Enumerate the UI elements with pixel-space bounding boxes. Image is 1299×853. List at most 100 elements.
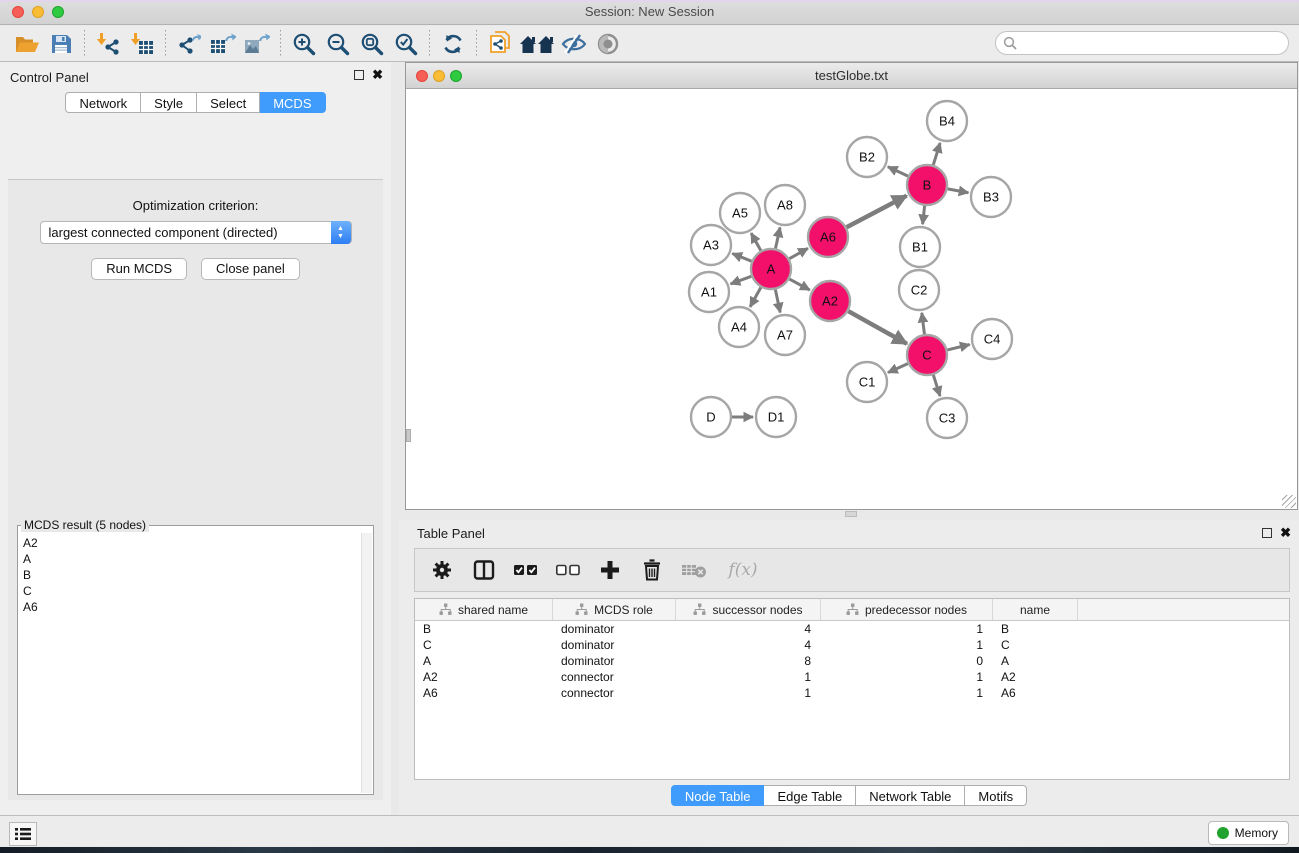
refresh-icon[interactable] [436, 29, 470, 59]
export-image-icon[interactable] [240, 29, 274, 59]
table-cell[interactable]: 1 [821, 621, 993, 637]
mcds-result-list[interactable]: A2ABCA6 [19, 533, 361, 793]
graph-node-b1[interactable]: B1 [900, 227, 940, 267]
table-cell[interactable]: connector [553, 669, 676, 685]
graph-node-c3[interactable]: C3 [927, 398, 967, 438]
run-mcds-button[interactable]: Run MCDS [91, 258, 187, 280]
graph-edge-C-C4[interactable] [947, 344, 969, 349]
close-panel-button[interactable]: Close panel [201, 258, 300, 280]
tab-style[interactable]: Style [141, 92, 197, 113]
graph-node-b[interactable]: B [907, 165, 947, 205]
column-header-shared-name[interactable]: shared name [415, 599, 553, 620]
hide-selected-icon[interactable] [557, 29, 591, 59]
table-cell[interactable]: dominator [553, 637, 676, 653]
add-column-icon[interactable] [597, 557, 623, 583]
column-selector-icon[interactable] [471, 557, 497, 583]
criterion-dropdown[interactable]: largest connected component (directed) ▲… [40, 221, 352, 244]
memory-button[interactable]: Memory [1208, 821, 1289, 845]
show-graphics-details-icon[interactable] [591, 29, 625, 59]
table-cell[interactable]: 1 [676, 685, 821, 701]
close-panel-icon[interactable]: ✖ [372, 70, 383, 80]
graph-node-a8[interactable]: A8 [765, 185, 805, 225]
result-item-a[interactable]: A [23, 551, 361, 567]
table-cell[interactable]: A [415, 653, 553, 669]
table-cell[interactable]: 8 [676, 653, 821, 669]
graph-edge-C-C3[interactable] [933, 375, 940, 396]
table-cell[interactable]: 1 [676, 669, 821, 685]
save-session-icon[interactable] [44, 29, 78, 59]
table-cell[interactable]: C [993, 637, 1078, 653]
graph-edge-C-C2[interactable] [922, 313, 925, 334]
import-table-icon[interactable] [125, 29, 159, 59]
graph-edge-B-B4[interactable] [933, 143, 940, 165]
graph-node-a7[interactable]: A7 [765, 315, 805, 355]
first-neighbors-icon[interactable] [517, 29, 557, 59]
graph-node-c4[interactable]: C4 [972, 319, 1012, 359]
table-cell[interactable]: 1 [821, 637, 993, 653]
network-canvas[interactable]: AA1A2A3A4A5A6A7A8BB1B2B3B4CC1C2C3C4DD1 [406, 89, 1297, 509]
float-panel-icon[interactable] [354, 70, 364, 80]
search-input[interactable] [995, 31, 1289, 55]
column-header-predecessor-nodes[interactable]: predecessor nodes [821, 599, 993, 620]
new-network-from-selection-icon[interactable] [483, 29, 517, 59]
table-cell[interactable]: 4 [676, 621, 821, 637]
graph-edge-A6-B[interactable] [847, 196, 907, 228]
splitter-handle[interactable] [845, 511, 857, 517]
open-file-icon[interactable] [10, 29, 44, 59]
table-cell[interactable]: 1 [821, 685, 993, 701]
table-row[interactable]: Bdominator41B [415, 621, 1289, 637]
tab-node-table[interactable]: Node Table [671, 785, 765, 806]
graph-node-a5[interactable]: A5 [720, 193, 760, 233]
graph-node-c1[interactable]: C1 [847, 362, 887, 402]
zoom-fit-icon[interactable] [355, 29, 389, 59]
table-settings-icon[interactable] [429, 557, 455, 583]
graph-edge-A2-C[interactable] [848, 311, 907, 344]
show-panels-list-button[interactable] [9, 822, 37, 846]
column-header-mcds-role[interactable]: MCDS role [553, 599, 676, 620]
tab-network[interactable]: Network [65, 92, 141, 113]
result-item-a6[interactable]: A6 [23, 599, 361, 615]
table-cell[interactable]: dominator [553, 621, 676, 637]
graph-edge-C-C1[interactable] [888, 364, 908, 373]
graph-edge-A-A8[interactable] [775, 227, 780, 248]
table-row[interactable]: A2connector11A2 [415, 669, 1289, 685]
graph-edge-A-A7[interactable] [775, 290, 780, 313]
table-cell[interactable]: A6 [415, 685, 553, 701]
table-cell[interactable]: 0 [821, 653, 993, 669]
result-scrollbar[interactable] [361, 533, 372, 793]
float-table-panel-icon[interactable] [1262, 528, 1272, 538]
result-item-b[interactable]: B [23, 567, 361, 583]
graph-edge-A-A4[interactable] [750, 287, 761, 306]
graph-node-b3[interactable]: B3 [971, 177, 1011, 217]
tab-network-table[interactable]: Network Table [856, 785, 965, 806]
column-header-name[interactable]: name [993, 599, 1078, 620]
table-row[interactable]: Cdominator41C [415, 637, 1289, 653]
graph-node-a2[interactable]: A2 [810, 281, 850, 321]
zoom-in-icon[interactable] [287, 29, 321, 59]
tab-select[interactable]: Select [197, 92, 260, 113]
column-header-successor-nodes[interactable]: successor nodes [676, 599, 821, 620]
graph-node-a[interactable]: A [751, 249, 791, 289]
graph-node-a3[interactable]: A3 [691, 225, 731, 265]
export-table-icon[interactable] [206, 29, 240, 59]
graph-node-b4[interactable]: B4 [927, 101, 967, 141]
canvas-left-scroll-thumb[interactable] [406, 429, 411, 442]
table-cell[interactable]: dominator [553, 653, 676, 669]
select-all-icon[interactable] [513, 557, 539, 583]
graph-node-d[interactable]: D [691, 397, 731, 437]
zoom-selected-icon[interactable] [389, 29, 423, 59]
table-cell[interactable]: 4 [676, 637, 821, 653]
graph-edge-B-B2[interactable] [888, 167, 908, 176]
graph-edge-B-B3[interactable] [948, 189, 969, 193]
graph-edge-A-A1[interactable] [731, 276, 752, 284]
graph-node-a6[interactable]: A6 [808, 217, 848, 257]
graph-node-c[interactable]: C [907, 335, 947, 375]
import-network-icon[interactable] [91, 29, 125, 59]
graph-edge-A-A5[interactable] [751, 233, 761, 251]
table-cell[interactable]: B [415, 621, 553, 637]
tab-edge-table[interactable]: Edge Table [764, 785, 856, 806]
delete-table-icon[interactable] [681, 557, 707, 583]
tab-motifs[interactable]: Motifs [965, 785, 1027, 806]
graph-edge-A-A6[interactable] [789, 248, 808, 258]
result-item-a2[interactable]: A2 [23, 535, 361, 551]
